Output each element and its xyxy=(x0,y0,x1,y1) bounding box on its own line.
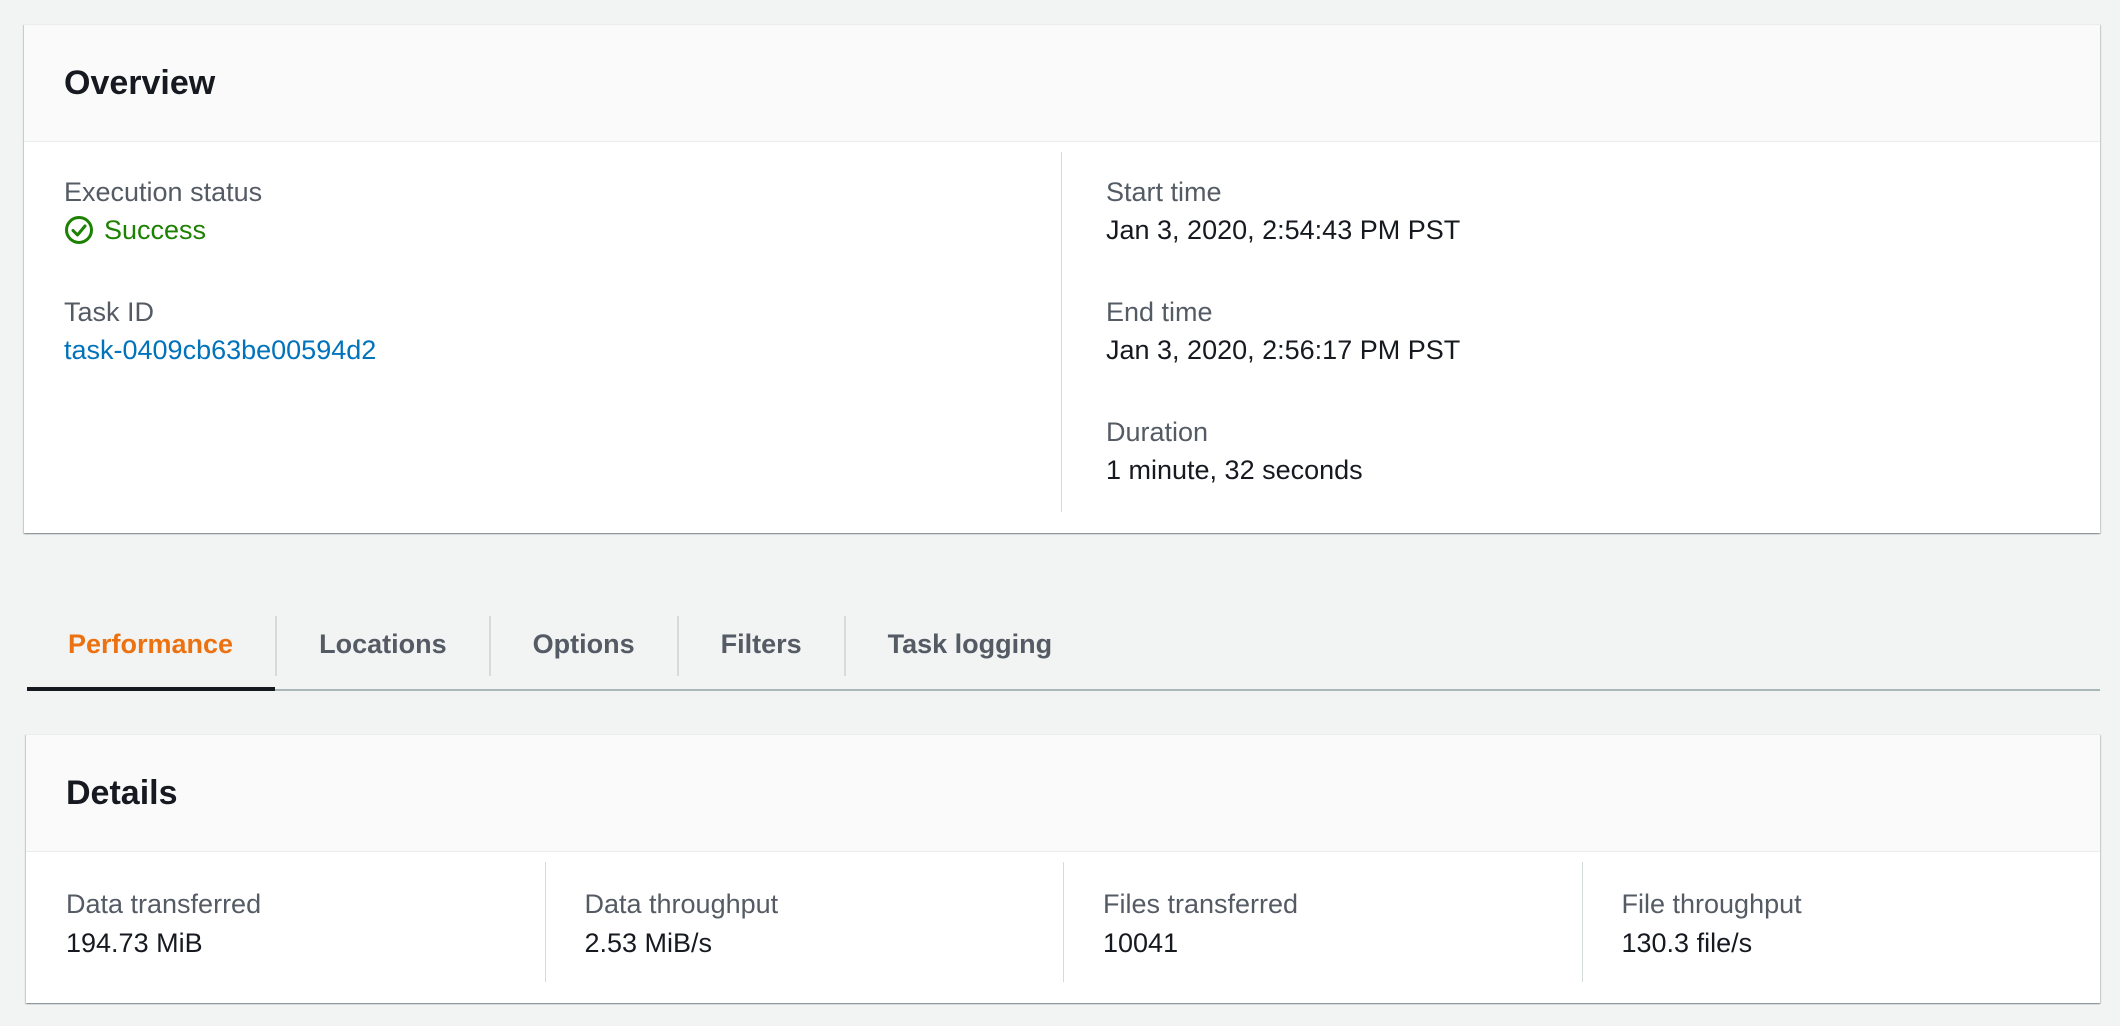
overview-header: Overview xyxy=(24,25,2100,142)
metric-value: 130.3 file/s xyxy=(1621,928,1753,958)
execution-status-field: Execution status Success xyxy=(64,174,262,250)
metric-label: Data transferred xyxy=(66,889,262,919)
start-time-label: Start time xyxy=(1106,177,1222,207)
overview-panel: Overview Execution status Success Task I… xyxy=(24,24,2100,533)
duration-field: Duration 1 minute, 32 seconds xyxy=(1106,414,1363,490)
overview-title: Overview xyxy=(64,63,216,102)
tab-locations[interactable]: Locations xyxy=(277,600,489,689)
overview-body: Execution status Success Task ID task-04… xyxy=(24,142,2100,533)
metric-value: 2.53 MiB/s xyxy=(584,928,713,958)
details-body: Data transferred 194.73 MiB Data through… xyxy=(26,852,2100,1003)
duration-label: Duration xyxy=(1106,417,1209,447)
overview-right-column: Start time Jan 3, 2020, 2:54:43 PM PST E… xyxy=(1062,142,2100,533)
tab-options[interactable]: Options xyxy=(491,600,677,689)
tab-performance[interactable]: Performance xyxy=(27,600,276,691)
end-time-label: End time xyxy=(1106,297,1213,327)
tab-task-logging[interactable]: Task logging xyxy=(846,600,1095,689)
execution-status-text: Success xyxy=(104,215,207,245)
start-time-field: Start time Jan 3, 2020, 2:54:43 PM PST xyxy=(1106,174,1460,250)
metric-label: Data throughput xyxy=(584,889,779,919)
metric-data-throughput: Data throughput 2.53 MiB/s xyxy=(544,852,1064,1003)
execution-tabs: Performance Locations Options Filters Ta… xyxy=(27,600,2100,691)
metric-data-transferred: Data transferred 194.73 MiB xyxy=(26,852,545,1003)
execution-status-value: Success xyxy=(64,210,262,250)
check-circle-icon xyxy=(65,216,93,244)
metric-files-transferred: Files transferred 10041 xyxy=(1063,852,1582,1003)
task-id-link[interactable]: task-0409cb63be00594d2 xyxy=(64,330,376,370)
duration-value: 1 minute, 32 seconds xyxy=(1106,455,1363,485)
start-time-value: Jan 3, 2020, 2:54:43 PM PST xyxy=(1106,215,1461,245)
metric-value: 194.73 MiB xyxy=(66,928,203,958)
metric-file-throughput: File throughput 130.3 file/s xyxy=(1581,852,2101,1003)
end-time-field: End time Jan 3, 2020, 2:56:17 PM PST xyxy=(1106,294,1460,370)
task-id-label: Task ID xyxy=(64,297,155,327)
details-header: Details xyxy=(26,735,2100,852)
details-panel: Details Data transferred 194.73 MiB Data… xyxy=(26,734,2100,1003)
metric-value: 10041 xyxy=(1103,928,1179,958)
end-time-value: Jan 3, 2020, 2:56:17 PM PST xyxy=(1106,335,1461,365)
details-title: Details xyxy=(66,773,178,812)
overview-left-column: Execution status Success Task ID task-04… xyxy=(24,142,1061,533)
metric-label: File throughput xyxy=(1621,889,1802,919)
task-id-field: Task ID task-0409cb63be00594d2 xyxy=(64,294,376,370)
metric-label: Files transferred xyxy=(1103,889,1299,919)
execution-status-label: Execution status xyxy=(64,177,263,207)
tab-filters[interactable]: Filters xyxy=(679,600,844,689)
